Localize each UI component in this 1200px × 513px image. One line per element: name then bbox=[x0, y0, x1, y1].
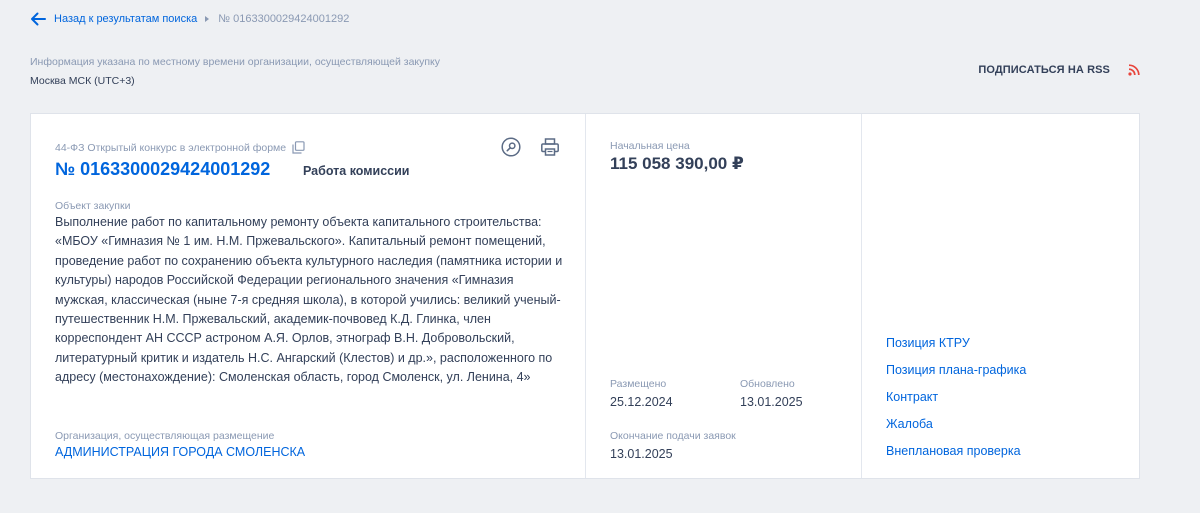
rss-icon[interactable] bbox=[1128, 64, 1140, 76]
procurement-stage: Работа комиссии bbox=[303, 164, 410, 178]
search-icon[interactable] bbox=[500, 136, 522, 158]
link-complaint[interactable]: Жалоба bbox=[886, 414, 1026, 441]
breadcrumb-current: № 0163300029424001292 bbox=[218, 13, 350, 25]
arrow-left-icon[interactable] bbox=[30, 12, 46, 26]
rss-subscribe-label[interactable]: ПОДПИСАТЬСЯ НА RSS bbox=[978, 64, 1110, 76]
print-icon[interactable] bbox=[539, 136, 561, 158]
organization-link[interactable]: АДМИНИСТРАЦИЯ ГОРОДА СМОЛЕНСКА bbox=[55, 445, 305, 459]
initial-price-value: 115 058 390,00 ₽ bbox=[610, 154, 744, 173]
object-description: Выполнение работ по капитальному ремонту… bbox=[55, 215, 563, 385]
link-contract[interactable]: Контракт bbox=[886, 387, 1026, 414]
column-divider bbox=[861, 114, 862, 478]
posted-date-label: Размещено bbox=[610, 378, 667, 390]
timezone-value: Москва МСК (UTC+3) bbox=[30, 75, 135, 87]
breadcrumb: Назад к результатам поиска № 01633000294… bbox=[30, 10, 349, 28]
back-to-results-link[interactable]: Назад к результатам поиска bbox=[54, 13, 197, 25]
link-plan-schedule-position[interactable]: Позиция плана-графика bbox=[886, 360, 1026, 387]
deadline-date-label: Окончание подачи заявок bbox=[610, 430, 736, 442]
posted-date-value: 25.12.2024 bbox=[610, 395, 673, 409]
object-label: Объект закупки bbox=[55, 200, 131, 212]
procurement-type-label: 44-ФЗ Открытый конкурс в электронной фор… bbox=[55, 141, 287, 154]
initial-price-label: Начальная цена bbox=[610, 140, 690, 152]
related-links: Позиция КТРУ Позиция плана-графика Контр… bbox=[886, 333, 1026, 468]
organization-label: Организация, осуществляющая размещение bbox=[55, 430, 275, 442]
copy-icon[interactable] bbox=[292, 141, 305, 154]
breadcrumb-separator-icon bbox=[205, 16, 210, 22]
rss-subscribe-button[interactable]: ПОДПИСАТЬСЯ НА RSS bbox=[978, 64, 1140, 76]
procurement-type: 44-ФЗ Открытый конкурс в электронной фор… bbox=[55, 141, 305, 154]
procurement-card: 44-ФЗ Открытый конкурс в электронной фор… bbox=[30, 113, 1140, 479]
procurement-number[interactable]: № 0163300029424001292 bbox=[55, 159, 270, 180]
timezone-note: Информация указана по местному времени о… bbox=[30, 56, 441, 68]
link-ktru-position[interactable]: Позиция КТРУ bbox=[886, 333, 1026, 360]
column-divider bbox=[585, 114, 586, 478]
link-unscheduled-inspection[interactable]: Внеплановая проверка bbox=[886, 441, 1026, 468]
updated-date-value: 13.01.2025 bbox=[740, 395, 803, 409]
updated-date-label: Обновлено bbox=[740, 378, 795, 390]
deadline-date-value: 13.01.2025 bbox=[610, 447, 673, 461]
